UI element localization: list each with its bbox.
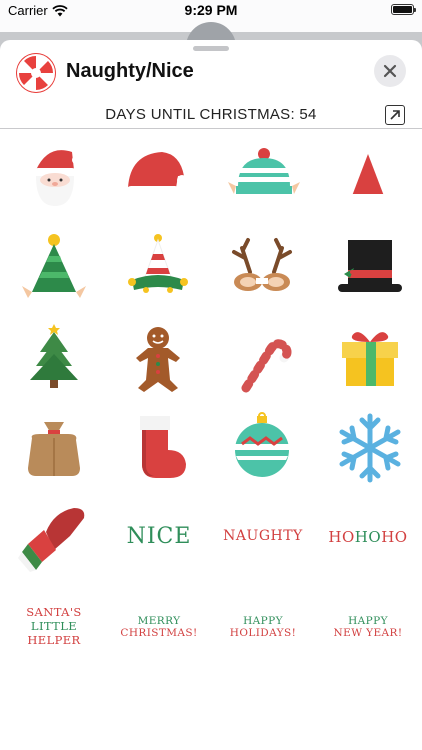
party-hat-sticker[interactable] [328,140,408,220]
top-hat-sticker[interactable] [330,228,410,308]
peppermint-icon [16,53,56,93]
nice-text-sticker[interactable]: NICE [111,524,207,549]
hohoho-part-2: HO [354,528,382,546]
merry-christmas-line-2: CHRISTMAS! [120,627,198,639]
santas-helper-text-sticker[interactable]: SANTA'S LITTLE HELPER [6,605,102,647]
hohoho-part-3: HO [381,528,408,546]
header-divider [0,128,422,129]
christmas-tree-sticker[interactable] [14,320,94,400]
happy-new-year-line-1: HAPPY [348,615,388,627]
snowflake-sticker[interactable] [330,408,410,488]
stocking-sticker[interactable] [118,408,198,488]
gift-box-sticker[interactable] [330,320,410,400]
merry-christmas-line-1: MERRY [137,615,181,627]
santa-sack-sticker[interactable] [14,408,94,488]
ornament-sticker[interactable] [222,408,302,488]
santas-helper-line-2: LITTLE [30,619,78,633]
gingerbread-man-sticker[interactable] [118,320,198,400]
naughty-text-sticker[interactable]: NAUGHTY [215,528,311,544]
happy-holidays-text-sticker[interactable]: HAPPY HOLIDAYS! [215,615,311,639]
app-title: Naughty/Nice [66,60,194,82]
sticker-sheet: Naughty/Nice DAYS UNTIL CHRISTMAS: 54 NI… [0,40,422,750]
christmas-countdown: DAYS UNTIL CHRISTMAS: 54 [105,106,317,123]
jester-hat-sticker[interactable] [118,228,198,308]
happy-holidays-line-2: HOLIDAYS! [229,627,297,639]
santas-helper-line-3: HELPER [27,633,81,647]
santa-boot-sticker[interactable] [14,500,94,580]
battery-icon [391,4,416,15]
santas-helper-line-1: SANTA'S [26,605,82,619]
santa-hat-sticker[interactable] [116,140,196,220]
hohoho-text-sticker[interactable]: HOHOHO [320,528,416,546]
close-button[interactable] [374,55,406,87]
elf-hat-green-sticker[interactable] [14,228,94,308]
santa-face-sticker[interactable] [14,140,94,220]
expand-arrow-icon [390,110,400,120]
status-time: 9:29 PM [184,2,238,18]
close-icon [383,64,397,78]
happy-new-year-text-sticker[interactable]: HAPPY NEW YEAR! [320,615,416,639]
candy-cane-sticker[interactable] [222,320,302,400]
happy-holidays-line-1: HAPPY [243,615,283,627]
merry-christmas-text-sticker[interactable]: MERRY CHRISTMAS! [111,615,207,639]
happy-new-year-line-2: NEW YEAR! [333,627,403,639]
sheet-grabber[interactable] [193,46,229,51]
expand-button[interactable] [385,105,405,125]
hohoho-part-1: HO [328,528,355,546]
elf-beanie-sticker[interactable] [224,140,304,220]
reindeer-antlers-sticker[interactable] [222,228,302,308]
